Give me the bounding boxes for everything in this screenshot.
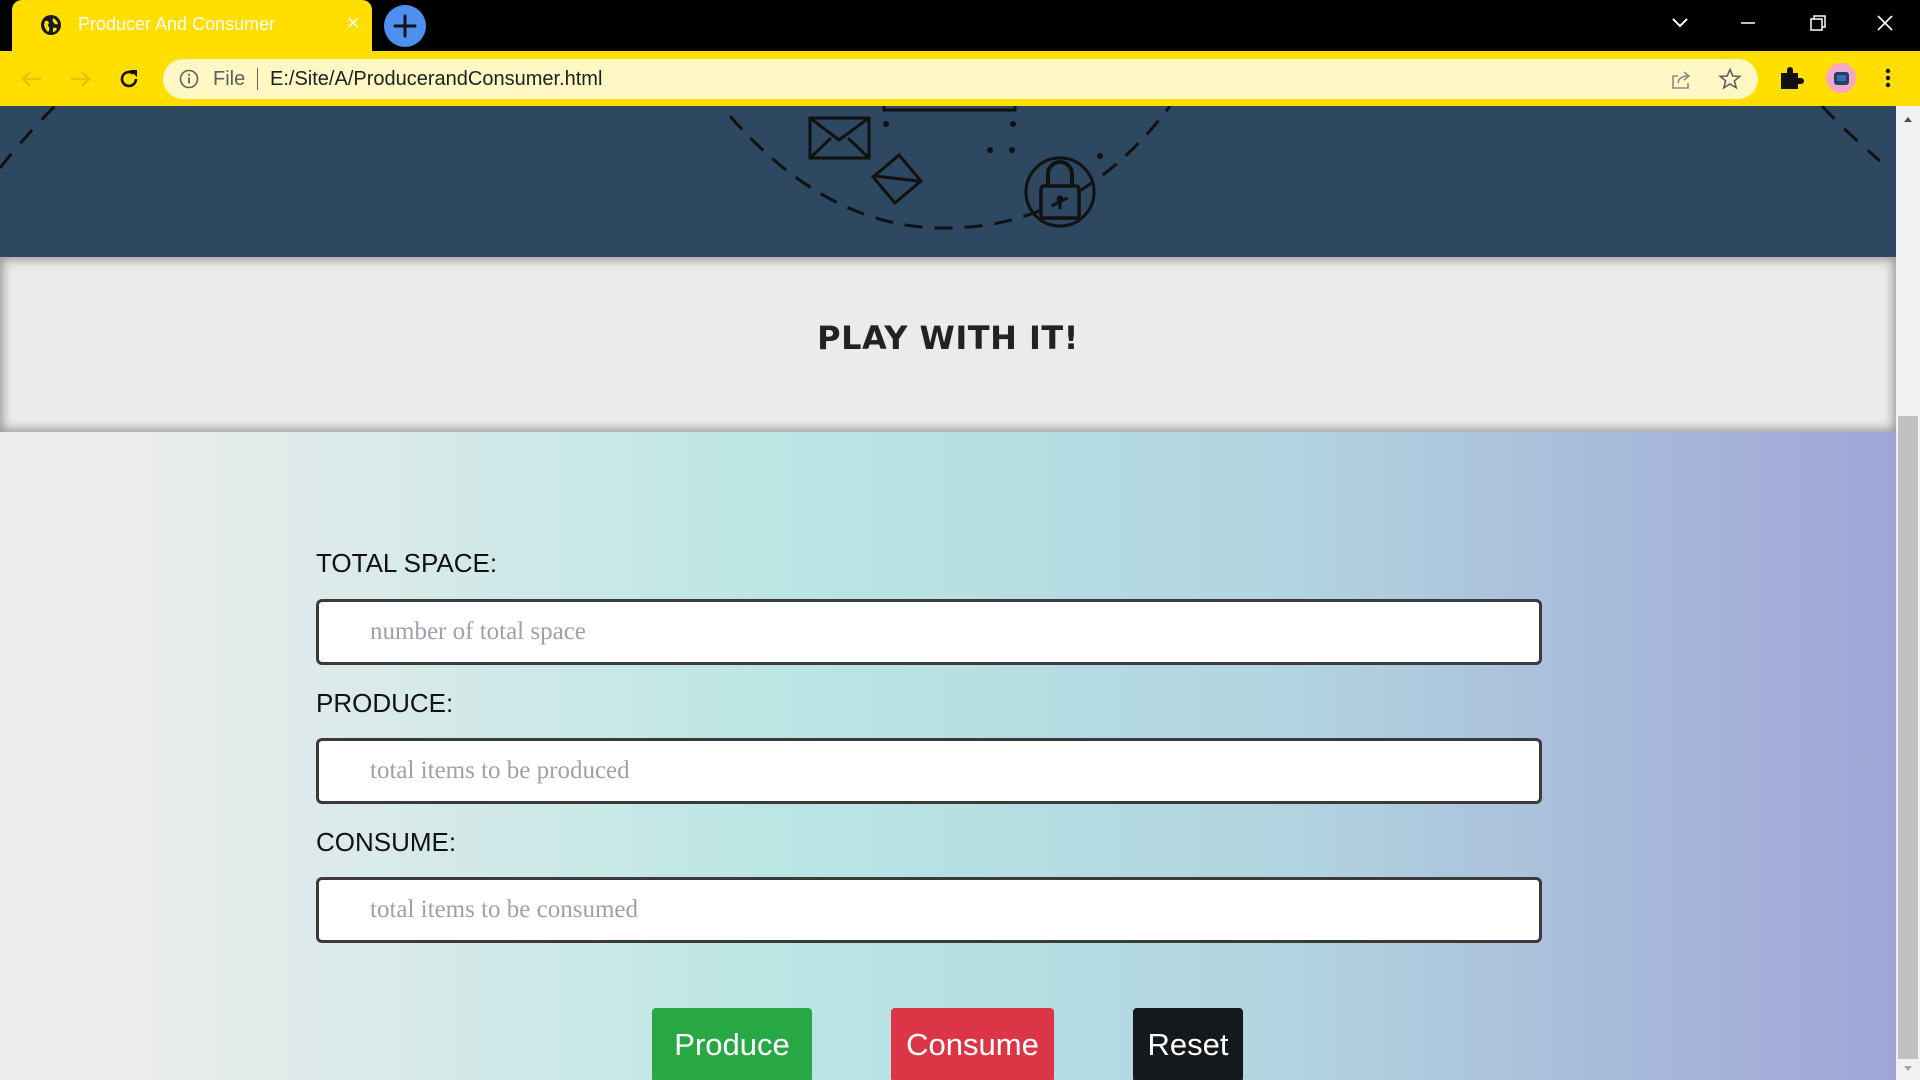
reload-button[interactable] xyxy=(114,64,144,94)
tab-search-button[interactable] xyxy=(1662,8,1698,38)
chevron-down-icon xyxy=(1672,18,1688,28)
produce-input[interactable] xyxy=(316,738,1542,804)
puzzle-icon xyxy=(1781,67,1804,89)
scrollbar-thumb[interactable] xyxy=(1898,416,1918,1059)
consume-input[interactable] xyxy=(316,877,1542,943)
arrow-right-icon xyxy=(71,71,91,87)
extensions-button[interactable] xyxy=(1777,64,1805,92)
address-bar[interactable]: File E:/Site/A/ProducerandConsumer.html xyxy=(163,59,1758,99)
total-space-input[interactable] xyxy=(316,599,1542,665)
section-heading: PLAY WITH IT! xyxy=(817,319,1079,357)
consume-label: CONSUME: xyxy=(316,827,457,857)
browser-menu-button[interactable] xyxy=(1878,63,1898,93)
profile-icon xyxy=(1834,72,1849,85)
address-scheme: File xyxy=(213,68,246,90)
envelope-icon xyxy=(808,116,871,160)
kebab-menu-icon xyxy=(1885,68,1891,88)
browser-window: Producer And Consumer × File E:/Site/A/P… xyxy=(0,0,1920,1080)
forward-button[interactable] xyxy=(65,64,95,94)
total-space-label: TOTAL SPACE: xyxy=(316,548,498,578)
profile-avatar[interactable] xyxy=(1826,63,1856,93)
tab-title: Producer And Consumer xyxy=(78,14,276,34)
minimize-button[interactable] xyxy=(1730,8,1766,38)
reset-button[interactable]: Reset xyxy=(1133,1008,1243,1080)
minimize-icon xyxy=(1741,22,1755,24)
vertical-scrollbar[interactable] xyxy=(1896,106,1920,1080)
tab-strip: Producer And Consumer × xyxy=(0,0,1920,51)
produce-button[interactable]: Produce xyxy=(652,1008,812,1080)
scroll-down-arrow-icon[interactable] xyxy=(1902,1062,1914,1074)
hero-illustration xyxy=(0,106,1896,257)
play-section: PLAY WITH IT! xyxy=(0,257,1896,432)
back-button[interactable] xyxy=(17,64,47,94)
simulation-form: TOTAL SPACE: PRODUCE: CONSUME: Produce C… xyxy=(0,432,1896,1080)
close-tab-icon[interactable]: × xyxy=(342,12,364,34)
address-divider xyxy=(257,68,258,90)
bookmark-star-icon[interactable] xyxy=(1718,67,1742,91)
consume-button[interactable]: Consume xyxy=(891,1008,1054,1080)
browser-toolbar: File E:/Site/A/ProducerandConsumer.html xyxy=(0,51,1920,106)
restore-button[interactable] xyxy=(1799,8,1835,38)
tab-active[interactable]: Producer And Consumer × xyxy=(12,0,372,51)
share-icon[interactable] xyxy=(1669,68,1693,92)
plus-icon xyxy=(393,14,417,38)
close-window-button[interactable] xyxy=(1867,8,1903,38)
restore-icon xyxy=(1810,15,1826,31)
close-icon xyxy=(1877,15,1893,31)
diamond-envelope-icon xyxy=(870,152,924,206)
globe-icon xyxy=(40,14,62,36)
arrow-left-icon xyxy=(21,71,41,87)
new-tab-button[interactable] xyxy=(384,5,426,47)
page-viewport: PLAY WITH IT! TOTAL SPACE: PRODUCE: CONS… xyxy=(0,106,1896,1080)
address-url[interactable]: E:/Site/A/ProducerandConsumer.html xyxy=(270,68,602,91)
reload-icon xyxy=(120,70,138,88)
lock-icon xyxy=(1024,156,1096,228)
scroll-up-arrow-icon[interactable] xyxy=(1902,112,1914,124)
info-icon[interactable] xyxy=(179,69,199,89)
produce-label: PRODUCE: xyxy=(316,688,454,718)
